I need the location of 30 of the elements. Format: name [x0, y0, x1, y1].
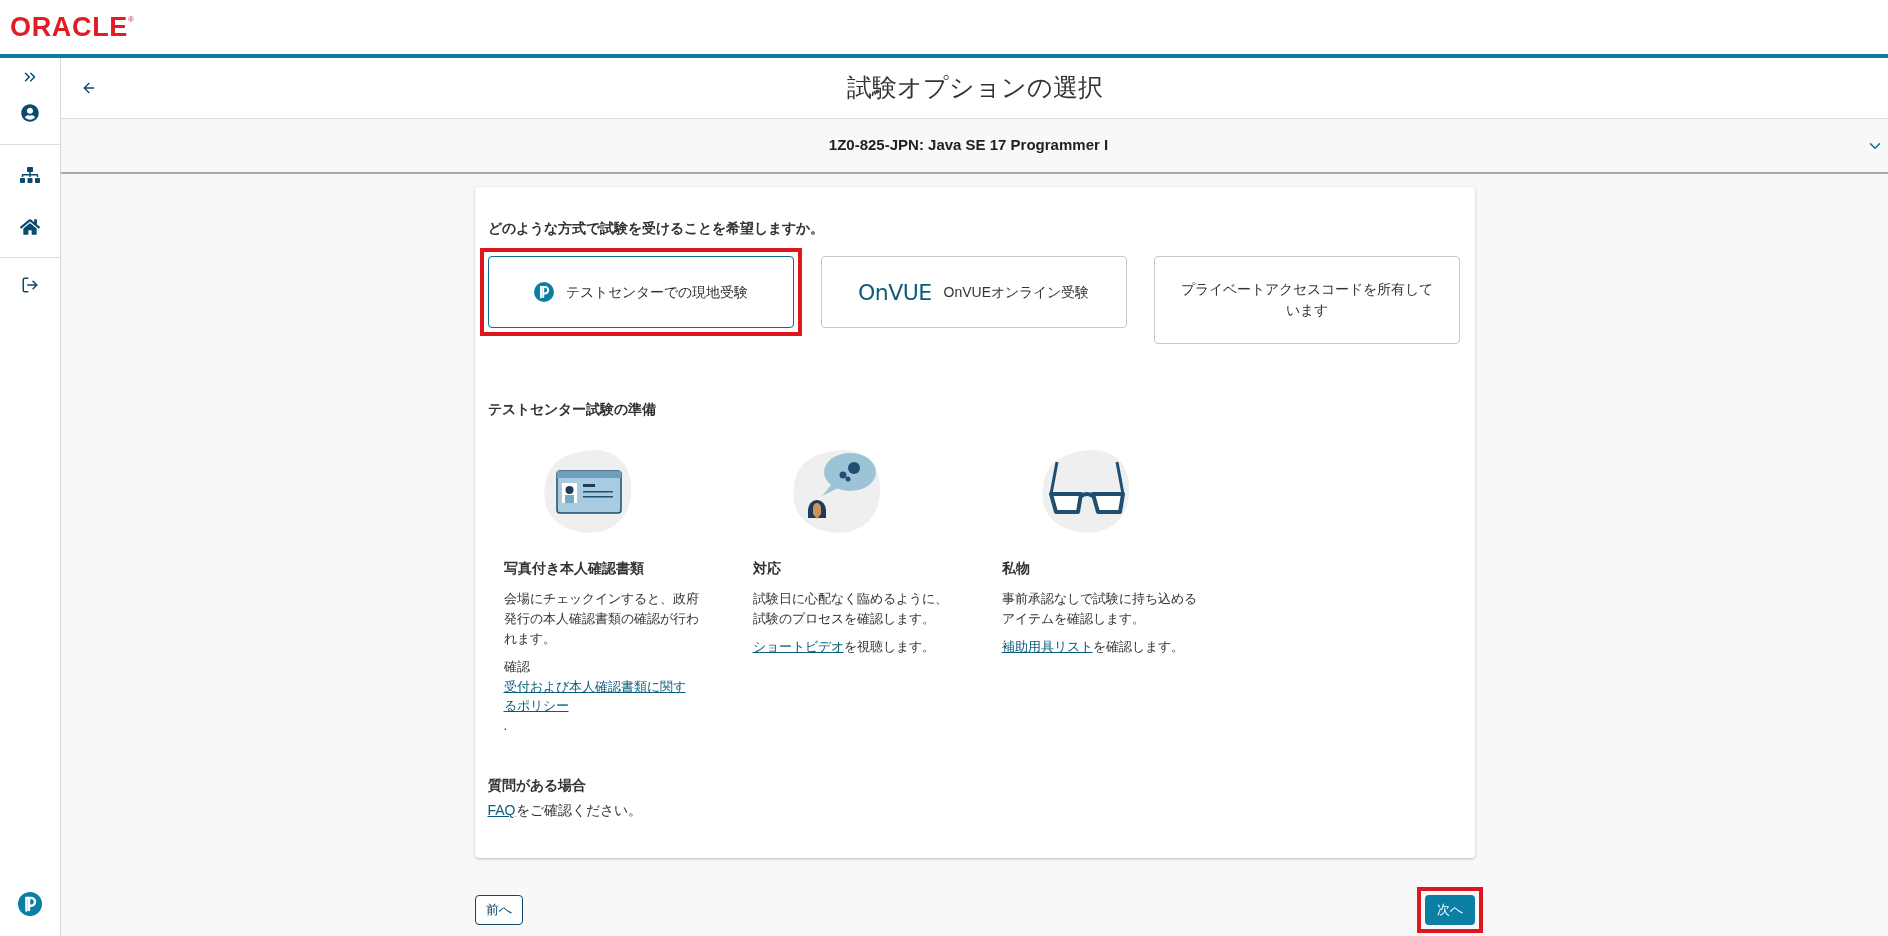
policy-link[interactable]: 受付および本人確認書類に関するポリシー: [503, 676, 694, 716]
inline-link[interactable]: ショートビデオ: [752, 639, 844, 654]
pearson-logo-icon: [18, 892, 42, 916]
item-description: 試験日に心配なく臨めるように、試験のプロセスを確認します。: [752, 590, 949, 628]
period-text: .: [503, 716, 509, 735]
instruction-text: ショートビデオを視聴します。: [752, 638, 936, 656]
help-heading: 質問がある場合: [487, 776, 587, 795]
back-button[interactable]: 前へ: [474, 895, 523, 925]
item-title: 写真付き本人確認書類: [503, 559, 645, 578]
item-description: 会場にチェックインすると、政府発行の本人確認書類の確認が行われます。: [503, 590, 700, 648]
next-button[interactable]: 次へ: [1424, 895, 1475, 925]
label-text: 確認: [503, 658, 531, 676]
oracle-logo[interactable]: ORACLE$^{®}$: [10, 13, 135, 41]
item-title: 対応: [752, 559, 782, 578]
back-arrow-icon[interactable]: [81, 80, 97, 96]
exam-option-button[interactable]: プライベートアクセスコードを所有しています: [1153, 256, 1460, 344]
section-heading: テストセンター試験の準備: [487, 400, 657, 419]
onvue-logo: OnVUE: [857, 278, 932, 307]
item-title: 私物: [1001, 559, 1031, 578]
page-title: 試験オプションの選択: [845, 72, 1104, 104]
exam-option-button[interactable]: テストセンターでの現地受験: [487, 256, 794, 328]
help-text: FAQをご確認ください。: [487, 801, 643, 820]
item-description: 事前承認なしで試験に持ち込めるアイテムを確認します。: [1001, 590, 1198, 628]
exam-name: 1Z0-825-JPN: Java SE 17 Programmer I: [827, 135, 1110, 156]
question-text: どのような方式で試験を受けることを希望しますか。: [487, 219, 825, 238]
exam-option-button[interactable]: OnVUE OnVUEオンライン受験: [820, 256, 1127, 328]
faq-link[interactable]: FAQ: [487, 802, 516, 818]
inline-link[interactable]: 補助用具リスト: [1001, 639, 1093, 654]
pearson-logo-icon: [533, 282, 554, 302]
instruction-text: 補助用具リスト を確認します。: [1001, 638, 1185, 656]
